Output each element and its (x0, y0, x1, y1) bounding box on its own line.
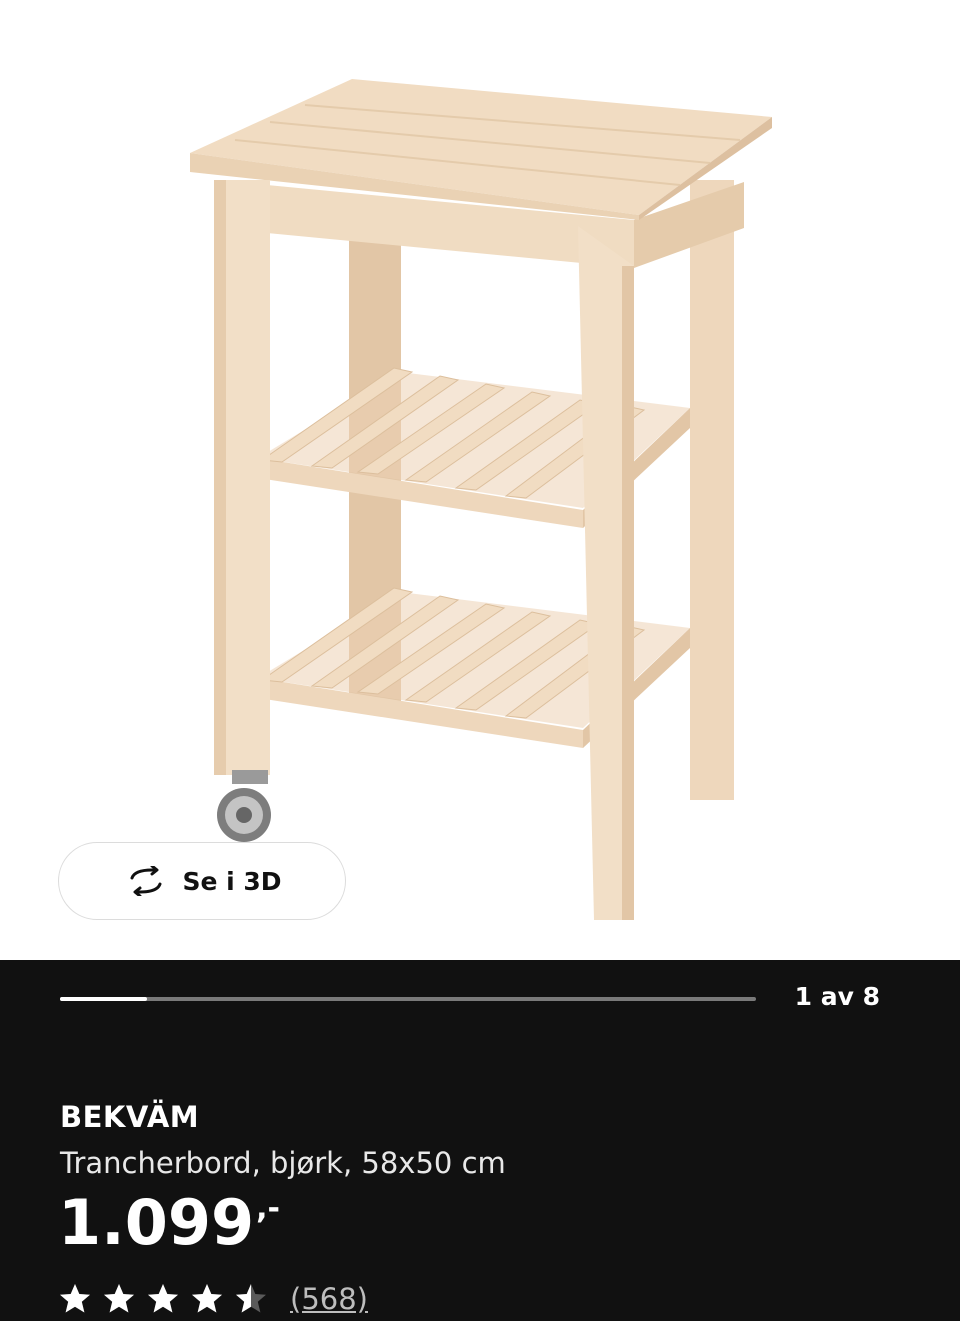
product-rating[interactable]: (568) (58, 1282, 368, 1316)
gallery-pager: 1 av 8 (794, 982, 880, 1011)
product-info-panel: 1 av 8 BEKVÄM Trancherbord, bjørk, 58x50… (0, 960, 960, 1321)
product-name: BEKVÄM (60, 1100, 200, 1134)
product-image (190, 79, 772, 920)
price-value: 1.099 (58, 1186, 255, 1259)
rotate-3d-icon (122, 866, 170, 896)
rating-stars (58, 1282, 268, 1316)
product-image-area[interactable]: Se i 3D (0, 0, 960, 960)
review-count-link[interactable]: (568) (290, 1282, 368, 1316)
gallery-progress-bar (60, 997, 756, 1001)
view-in-3d-button[interactable]: Se i 3D (58, 842, 346, 920)
product-price: 1.099 ,- (58, 1192, 280, 1254)
view-in-3d-label: Se i 3D (182, 866, 282, 896)
star-full-icon (60, 1284, 90, 1313)
star-full-icon (148, 1284, 178, 1313)
star-full-icon (104, 1284, 134, 1313)
price-suffix: ,- (256, 1191, 280, 1226)
star-half-icon (236, 1284, 266, 1313)
gallery-progress-fill (60, 997, 147, 1001)
star-full-icon (192, 1284, 222, 1313)
product-description: Trancherbord, bjørk, 58x50 cm (60, 1146, 506, 1180)
